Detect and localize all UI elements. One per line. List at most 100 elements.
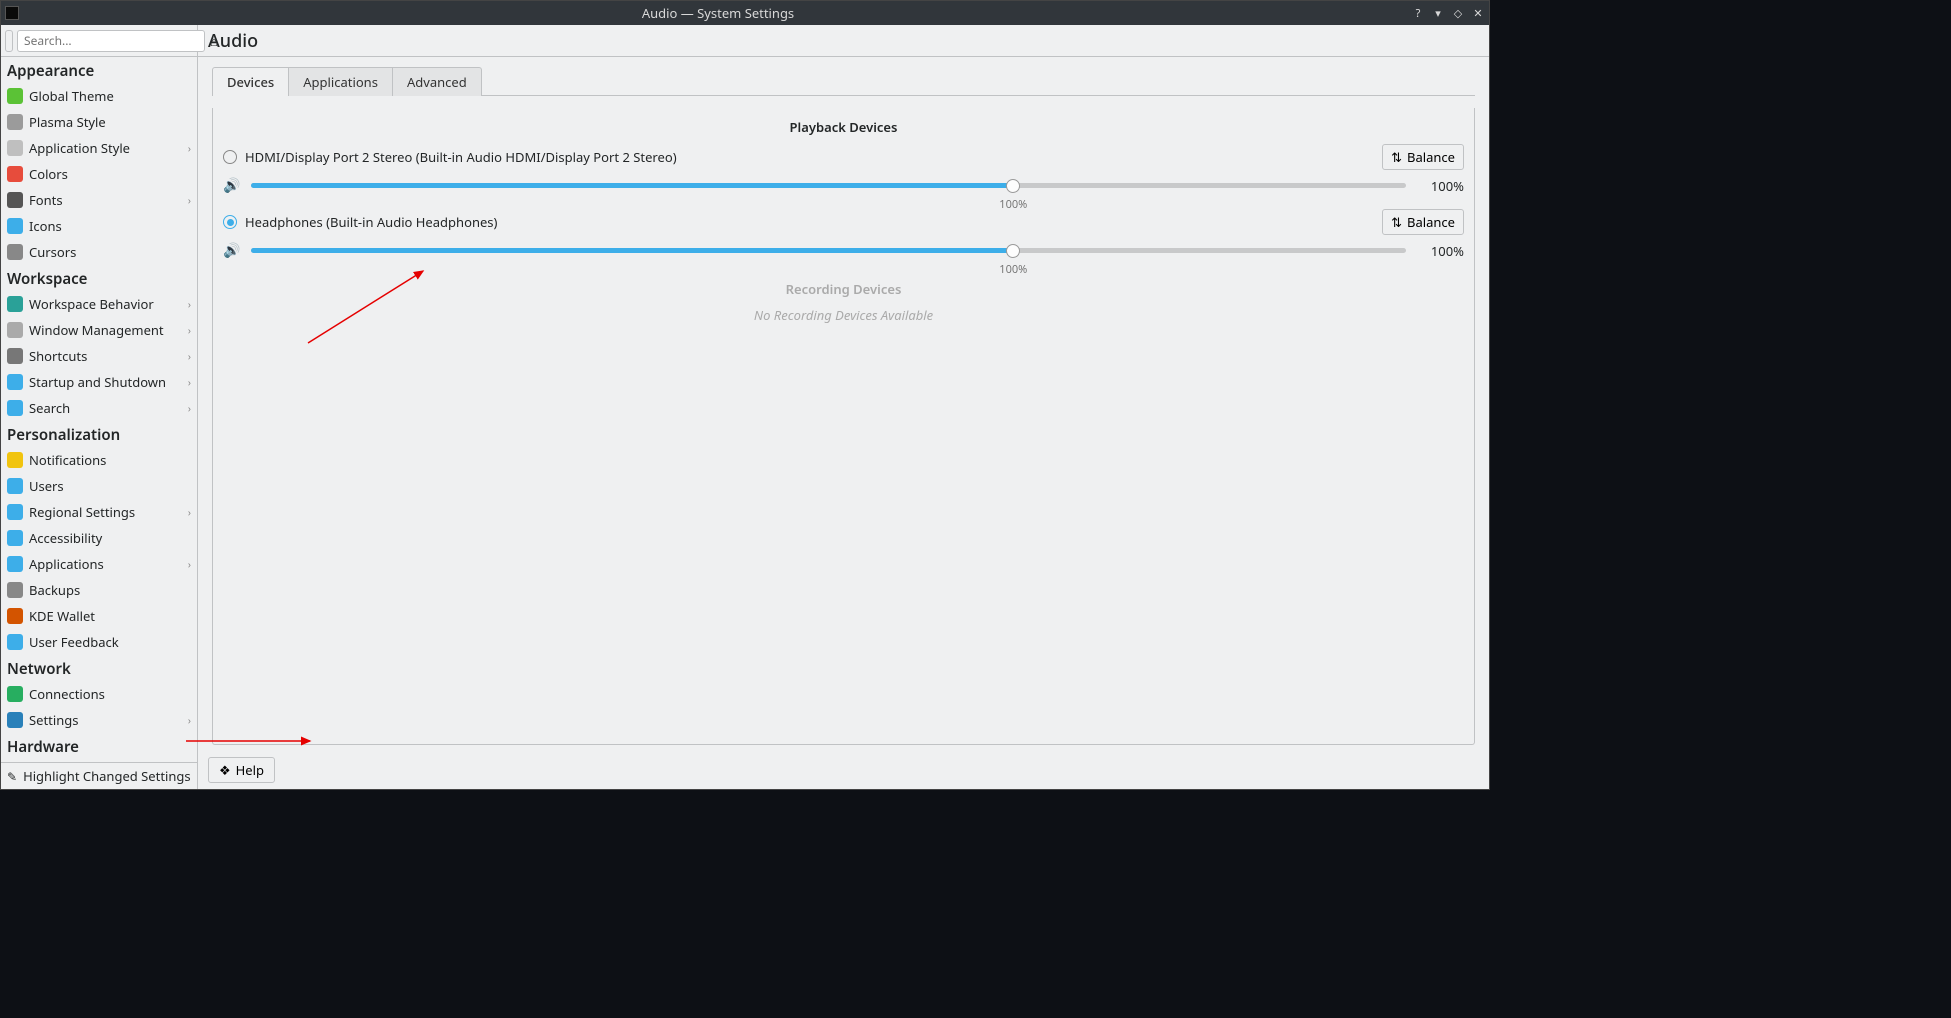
balance-button-label: Balance — [1407, 213, 1455, 231]
sidebar-item-label: Regional Settings — [29, 503, 182, 521]
settings-window: Audio — System Settings ? ▾ ◇ ✕ ⌂ Appear… — [0, 0, 1490, 790]
sidebar-item-icon — [7, 504, 23, 520]
volume-slider[interactable]: 100% — [251, 248, 1406, 253]
help-button[interactable]: ❖ Help — [208, 757, 275, 783]
chevron-right-icon: › — [188, 297, 191, 311]
volume-slider[interactable]: 100% — [251, 183, 1406, 188]
recording-empty-message: No Recording Devices Available — [223, 306, 1464, 324]
mute-button[interactable]: 🔊 — [223, 176, 241, 195]
default-device-radio[interactable] — [223, 150, 237, 164]
chevron-right-icon: › — [188, 141, 191, 155]
sidebar-item-icon — [7, 530, 23, 546]
sidebar-item-label: KDE Wallet — [29, 607, 191, 625]
sidebar-item-label: Notifications — [29, 451, 191, 469]
devices-panel: Playback Devices HDMI/Display Port 2 Ste… — [212, 108, 1475, 745]
sidebar-item-applications[interactable]: Applications › — [1, 551, 197, 577]
sidebar-item-label: Cursors — [29, 243, 191, 261]
sidebar-item-label: Icons — [29, 217, 191, 235]
sidebar-category-header: Personalization — [1, 421, 197, 447]
mute-button[interactable]: 🔊 — [223, 241, 241, 260]
sidebar-item-users[interactable]: Users — [1, 473, 197, 499]
chevron-right-icon: › — [188, 349, 191, 363]
sidebar-item-kde-wallet[interactable]: KDE Wallet — [1, 603, 197, 629]
default-device-radio[interactable] — [223, 215, 237, 229]
sidebar-item-icon — [7, 452, 23, 468]
sidebar-item-application-style[interactable]: Application Style› — [1, 135, 197, 161]
sidebar-item-icon — [7, 192, 23, 208]
balance-icon: ⇅ — [1391, 213, 1402, 231]
balance-icon: ⇅ — [1391, 148, 1402, 166]
sidebar-item-label: Applications — [29, 555, 182, 573]
sidebar-item-input-devices[interactable]: Input Devices› — [1, 759, 197, 762]
hamburger-menu-button[interactable] — [5, 30, 13, 52]
sidebar-list[interactable]: Appearance Global Theme Plasma Style Applic… — [1, 57, 197, 762]
minimize-icon[interactable]: ▾ — [1431, 6, 1445, 20]
maximize-icon[interactable]: ◇ — [1451, 6, 1465, 20]
sidebar-item-label: Global Theme — [29, 87, 191, 105]
device-label: Headphones (Built-in Audio Headphones) — [245, 213, 1374, 231]
playback-heading: Playback Devices — [223, 118, 1464, 136]
sidebar-item-shortcuts[interactable]: Shortcuts › — [1, 343, 197, 369]
sidebar-item-global-theme[interactable]: Global Theme — [1, 83, 197, 109]
sidebar-item-label: Workspace Behavior — [29, 295, 182, 313]
sidebar-item-icon — [7, 296, 23, 312]
balance-button[interactable]: ⇅ Balance — [1382, 209, 1464, 235]
sidebar-item-connections[interactable]: Connections — [1, 681, 197, 707]
help-button-label: Help — [236, 761, 264, 779]
balance-button[interactable]: ⇅ Balance — [1382, 144, 1464, 170]
sidebar-item-icon — [7, 400, 23, 416]
sidebar-item-label: Backups — [29, 581, 191, 599]
tab-devices[interactable]: Devices — [212, 67, 289, 96]
sidebar-item-window-management[interactable]: Window Management› — [1, 317, 197, 343]
sidebar-item-label: Startup and Shutdown — [29, 373, 182, 391]
sidebar-item-backups[interactable]: Backups — [1, 577, 197, 603]
chevron-right-icon: › — [188, 505, 191, 519]
chevron-right-icon: › — [188, 557, 191, 571]
sidebar-item-user-feedback[interactable]: User Feedback — [1, 629, 197, 655]
slider-thumb[interactable] — [1006, 179, 1020, 193]
sidebar-item-startup-and-shutdown[interactable]: Startup and Shutdown › — [1, 369, 197, 395]
tab-advanced[interactable]: Advanced — [393, 67, 482, 96]
highlight-changed-toggle[interactable]: ✎ Highlight Changed Settings — [1, 762, 197, 789]
sidebar-item-icon — [7, 634, 23, 650]
tab-applications[interactable]: Applications — [289, 67, 393, 96]
chevron-right-icon: › — [188, 401, 191, 415]
sidebar-item-label: Accessibility — [29, 529, 191, 547]
sidebar-item-icon — [7, 114, 23, 130]
search-input[interactable] — [17, 30, 205, 52]
sidebar-item-label: Shortcuts — [29, 347, 182, 365]
slider-thumb[interactable] — [1006, 244, 1020, 258]
balance-button-label: Balance — [1407, 148, 1455, 166]
sidebar-item-icon — [7, 244, 23, 260]
sidebar-item-icons[interactable]: Icons — [1, 213, 197, 239]
sidebar-item-regional-settings[interactable]: Regional Settings › — [1, 499, 197, 525]
sidebar-item-fonts[interactable]: Fonts› — [1, 187, 197, 213]
sidebar-item-label: Plasma Style — [29, 113, 191, 131]
sidebar-item-label: Settings — [29, 711, 182, 729]
sidebar-item-notifications[interactable]: Notifications — [1, 447, 197, 473]
volume-percent-label: 100% — [1416, 177, 1464, 195]
pencil-icon: ✎ — [7, 768, 17, 785]
sidebar-item-icon — [7, 166, 23, 182]
sidebar-item-icon — [7, 608, 23, 624]
sidebar-item-workspace-behavior[interactable]: Workspace Behavior › — [1, 291, 197, 317]
sidebar-item-label: User Feedback — [29, 633, 191, 651]
sidebar-item-icon — [7, 88, 23, 104]
sidebar-item-accessibility[interactable]: Accessibility — [1, 525, 197, 551]
slider-mark-label: 100% — [999, 262, 1027, 277]
main-area: Audio DevicesApplicationsAdvanced Playba… — [198, 25, 1489, 789]
sidebar-item-icon — [7, 686, 23, 702]
sidebar-item-colors[interactable]: Colors — [1, 161, 197, 187]
sidebar-item-search[interactable]: Search› — [1, 395, 197, 421]
help-titlebar-icon[interactable]: ? — [1411, 6, 1425, 20]
sidebar-item-icon — [7, 582, 23, 598]
sidebar-item-plasma-style[interactable]: Plasma Style — [1, 109, 197, 135]
sidebar-category-header: Appearance — [1, 57, 197, 83]
sidebar-item-cursors[interactable]: Cursors — [1, 239, 197, 265]
sidebar: ⌂ AppearanceGlobal ThemePlasma StyleAppl… — [1, 25, 198, 789]
sidebar-item-settings[interactable]: Settings› — [1, 707, 197, 733]
close-icon[interactable]: ✕ — [1471, 6, 1485, 20]
chevron-right-icon: › — [188, 375, 191, 389]
sidebar-item-label: Colors — [29, 165, 191, 183]
window-title: Audio — System Settings — [25, 4, 1411, 22]
